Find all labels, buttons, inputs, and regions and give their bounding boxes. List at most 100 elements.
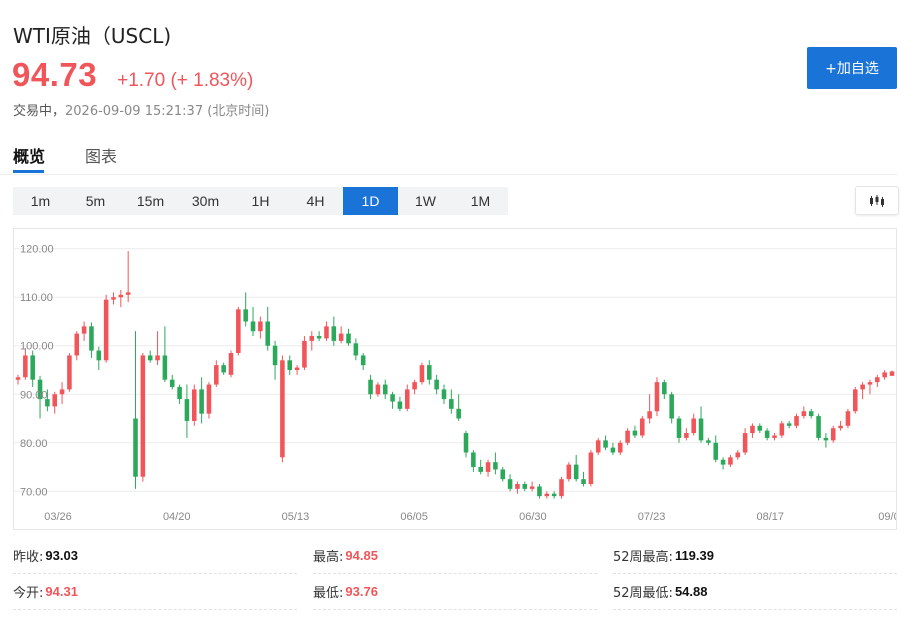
add-watchlist-button[interactable]: +加自选: [807, 47, 897, 89]
candle-body: [640, 418, 645, 436]
stat-label: 最低:: [313, 585, 344, 601]
candle-body: [434, 379, 439, 390]
candle-body: [830, 428, 836, 441]
period-30m[interactable]: 30m: [178, 187, 233, 215]
tab-bar: 概览 图表: [0, 140, 897, 175]
candle-body: [713, 442, 719, 460]
stat-value: 54.88: [674, 583, 708, 599]
stat-open: 今开: 94.31: [13, 573, 297, 610]
x-tick-label: 07/23: [638, 511, 666, 523]
candle-body: [779, 423, 785, 436]
candle-body: [125, 292, 131, 295]
candle-body: [147, 355, 153, 361]
stat-value: 93.76: [345, 583, 378, 599]
candle-body: [573, 464, 579, 480]
price-chart[interactable]: 03/2604/2005/1306/0506/3007/2308/1709/0 …: [13, 228, 900, 530]
stat-label: 昨收:: [13, 549, 44, 565]
candle-body: [382, 384, 388, 395]
candle-body: [302, 340, 307, 368]
chart-type-button[interactable]: [855, 186, 899, 215]
y-tick-label: 100.00: [20, 341, 54, 353]
candle-body: [140, 355, 146, 477]
candle-body: [294, 367, 300, 370]
candle-body: [236, 309, 241, 354]
candle-body: [272, 345, 278, 366]
candle-body: [845, 411, 851, 426]
period-1w[interactable]: 1W: [398, 187, 453, 215]
period-1m[interactable]: 1m: [13, 187, 68, 215]
x-tick-label: 09/0: [878, 511, 896, 523]
y-tick-label: 110.00: [20, 292, 53, 304]
candle-body: [816, 416, 821, 438]
candle-body: [390, 394, 395, 402]
candle-body: [89, 326, 94, 351]
x-tick-label: 04/20: [163, 511, 191, 523]
candle-body: [507, 479, 513, 489]
candle-body: [889, 371, 895, 376]
candlestick-icon: [870, 194, 884, 207]
period-1d[interactable]: 1D: [343, 187, 398, 215]
candle-body: [360, 355, 366, 366]
candle-body: [206, 384, 212, 414]
period-5m[interactable]: 5m: [68, 187, 123, 215]
candle-body: [199, 389, 204, 414]
candle-body: [463, 433, 469, 453]
candle-body: [353, 343, 359, 356]
period-1mo[interactable]: 1M: [453, 187, 508, 215]
period-15m[interactable]: 15m: [123, 187, 178, 215]
candle-body: [581, 479, 586, 485]
candle-body: [559, 479, 564, 497]
candle-body: [529, 486, 535, 489]
stat-prev-close: 昨收: 93.03: [13, 537, 297, 574]
x-tick-label: 03/26: [44, 511, 72, 523]
candle-body: [118, 294, 124, 298]
candle-body: [882, 372, 887, 378]
candle-body: [595, 440, 601, 453]
candle-body: [823, 437, 829, 441]
period-1h[interactable]: 1H: [233, 187, 288, 215]
candle-body: [30, 355, 35, 380]
trading-status: 交易中，2026-09-09 15:21:37 (北京时间): [13, 100, 269, 119]
candle-body: [74, 333, 80, 356]
candle-body: [801, 411, 807, 417]
candle-body: [588, 452, 594, 485]
candle-body: [478, 467, 483, 472]
candle-body: [603, 440, 608, 448]
candle-body: [860, 384, 865, 390]
x-tick-label: 06/05: [400, 511, 428, 523]
candle-body: [441, 389, 447, 400]
candle-body: [772, 435, 777, 438]
candle-body: [875, 377, 880, 383]
candle-body: [214, 365, 219, 385]
candle-body: [111, 297, 116, 300]
candle-body: [309, 336, 315, 341]
candle-body: [471, 452, 476, 468]
stat-label: 最高:: [313, 549, 344, 565]
candle-body: [867, 382, 873, 385]
tab-chart[interactable]: 图表: [85, 143, 117, 167]
status-label: 交易中，: [13, 104, 66, 119]
candle-body: [265, 321, 270, 346]
candle-body: [15, 377, 21, 380]
x-tick-label: 08/17: [757, 511, 785, 523]
candle-body: [610, 447, 616, 453]
stat-52w-low: 52周最低: 54.88: [613, 573, 897, 610]
stat-label: 52周最高:: [613, 549, 673, 565]
price-change: +1.70 (+ 1.83%): [117, 70, 254, 91]
y-tick-label: 80.00: [20, 438, 48, 450]
candle-body: [177, 386, 182, 400]
candle-body: [551, 493, 557, 497]
stat-label: 今开:: [13, 585, 44, 601]
candle-body: [544, 493, 550, 497]
tab-overview[interactable]: 概览: [13, 143, 45, 167]
candle-body: [500, 469, 506, 480]
candle-body: [720, 459, 726, 465]
chart-grid: [14, 248, 896, 492]
candle-body: [250, 321, 256, 332]
period-4h[interactable]: 4H: [288, 187, 343, 215]
stat-label: 52周最低:: [613, 585, 673, 601]
x-axis-labels: 03/26 04/20 05/13 06/05 06/30 07/23 08/17 09/0: [44, 511, 899, 523]
candle-body: [617, 442, 623, 453]
period-selector: 1m 5m 15m 30m 1H 4H 1D 1W 1M: [13, 187, 508, 215]
candle-body: [103, 299, 109, 361]
